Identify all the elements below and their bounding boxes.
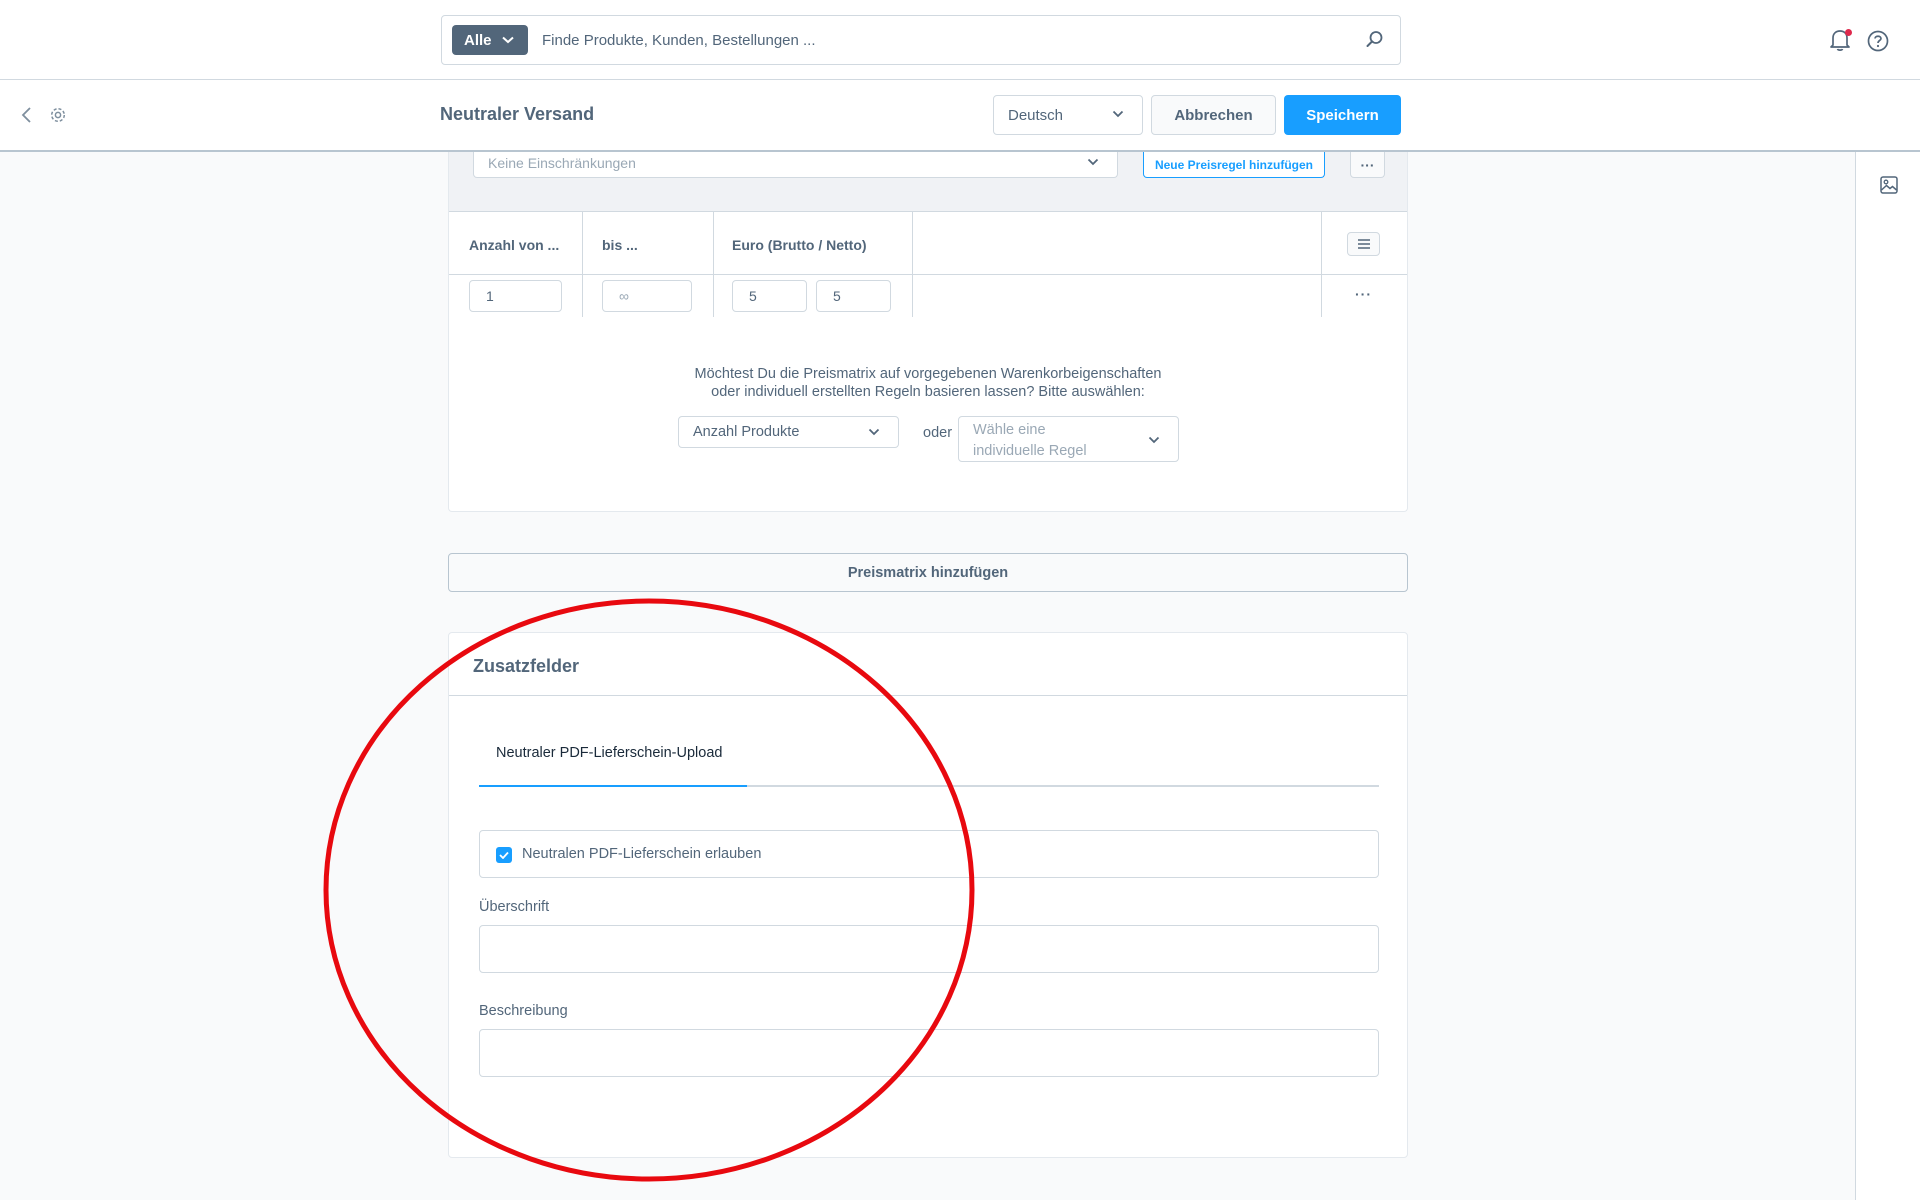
search-input[interactable] (542, 25, 1342, 55)
search-type-dropdown[interactable]: Alle (452, 25, 528, 55)
quantity-to-input[interactable]: ∞ (602, 280, 692, 312)
column-header-price: Euro (Brutto / Netto) (732, 237, 867, 253)
smart-bar: Neutraler Versand Deutsch Abbrechen Spei… (0, 80, 1920, 152)
card-divider (449, 695, 1407, 696)
column-divider (1321, 211, 1322, 317)
chevron-down-icon (868, 428, 880, 436)
right-sidebar (1855, 152, 1920, 1200)
price-rule-select[interactable]: Keine Einschränkungen (473, 152, 1118, 178)
check-icon (499, 851, 509, 859)
top-bar: Alle (0, 0, 1920, 80)
column-header-from: Anzahl von ... (469, 237, 560, 253)
save-button[interactable]: Speichern (1284, 95, 1401, 135)
page-title: Neutraler Versand (440, 104, 595, 124)
price-rule-select-value: Keine Einschränkungen (488, 155, 636, 171)
matrix-more-button[interactable]: ··· (1350, 152, 1385, 178)
description-input[interactable] (479, 1029, 1379, 1077)
search-type-label: Alle (464, 31, 492, 49)
search-icon[interactable] (1366, 30, 1384, 48)
language-select-value: Deutsch (1008, 106, 1064, 124)
back-icon[interactable] (20, 106, 34, 124)
row-more-button[interactable]: ··· (1355, 286, 1372, 302)
cancel-button[interactable]: Abbrechen (1151, 95, 1276, 135)
custom-rule-select-value: Wähle eine individuelle Regel (973, 422, 1087, 459)
tab-pdf-upload[interactable]: Neutraler PDF-Lieferschein-Upload (496, 745, 722, 761)
allow-pdf-checkbox-label[interactable]: Neutralen PDF-Lieferschein erlauben (522, 846, 761, 862)
notification-dot (1845, 29, 1852, 36)
cart-property-select[interactable]: Anzahl Produkte (678, 416, 899, 448)
matrix-question-line2: oder individuell erstellten Regeln basie… (711, 384, 1145, 400)
or-label: oder (923, 425, 953, 441)
cart-property-select-value: Anzahl Produkte (693, 424, 800, 440)
chevron-down-icon (1148, 436, 1160, 444)
column-divider (713, 211, 714, 317)
global-search: Alle (441, 15, 1401, 65)
add-price-matrix-button[interactable]: Preismatrix hinzufügen (448, 553, 1408, 592)
allow-pdf-checkbox[interactable] (496, 847, 512, 863)
chevron-down-icon (1087, 158, 1099, 166)
column-divider (912, 211, 913, 317)
price-gross-input[interactable]: 5 (732, 280, 807, 312)
extra-fields-card: Zusatzfelder Neutraler PDF-Lieferschein-… (448, 632, 1408, 1158)
allow-pdf-checkbox-field: Neutralen PDF-Lieferschein erlauben (479, 830, 1379, 878)
custom-rule-select[interactable]: Wähle eine individuelle Regel (958, 416, 1179, 462)
list-icon (1357, 239, 1370, 249)
description-label: Beschreibung (479, 1003, 568, 1019)
matrix-question: Möchtest Du die Preismatrix auf vorgegeb… (449, 365, 1407, 401)
column-header-to: bis ... (602, 237, 638, 253)
chevron-down-icon (501, 36, 514, 44)
heading-input[interactable] (479, 925, 1379, 973)
heading-label: Überschrift (479, 899, 550, 915)
new-price-rule-button[interactable]: Neue Preisregel hinzufügen (1143, 152, 1325, 178)
image-icon[interactable] (1880, 176, 1898, 194)
cog-icon[interactable] (49, 106, 67, 124)
quantity-from-input[interactable]: 1 (469, 280, 562, 312)
price-net-input[interactable]: 5 (816, 280, 891, 312)
chevron-down-icon (1112, 110, 1124, 118)
matrix-question-line1: Möchtest Du die Preismatrix auf vorgegeb… (694, 366, 1162, 382)
card-title: Zusatzfelder (473, 656, 580, 676)
price-matrix-card: Keine Einschränkungen Neue Preisregel hi… (448, 152, 1408, 512)
language-select[interactable]: Deutsch (993, 95, 1143, 135)
help-icon[interactable] (1867, 30, 1889, 52)
active-tab-indicator (479, 785, 747, 787)
tab-bar (747, 785, 1379, 787)
column-divider (582, 211, 583, 317)
price-grid-header (449, 211, 1407, 275)
grid-settings-button[interactable] (1347, 232, 1380, 256)
